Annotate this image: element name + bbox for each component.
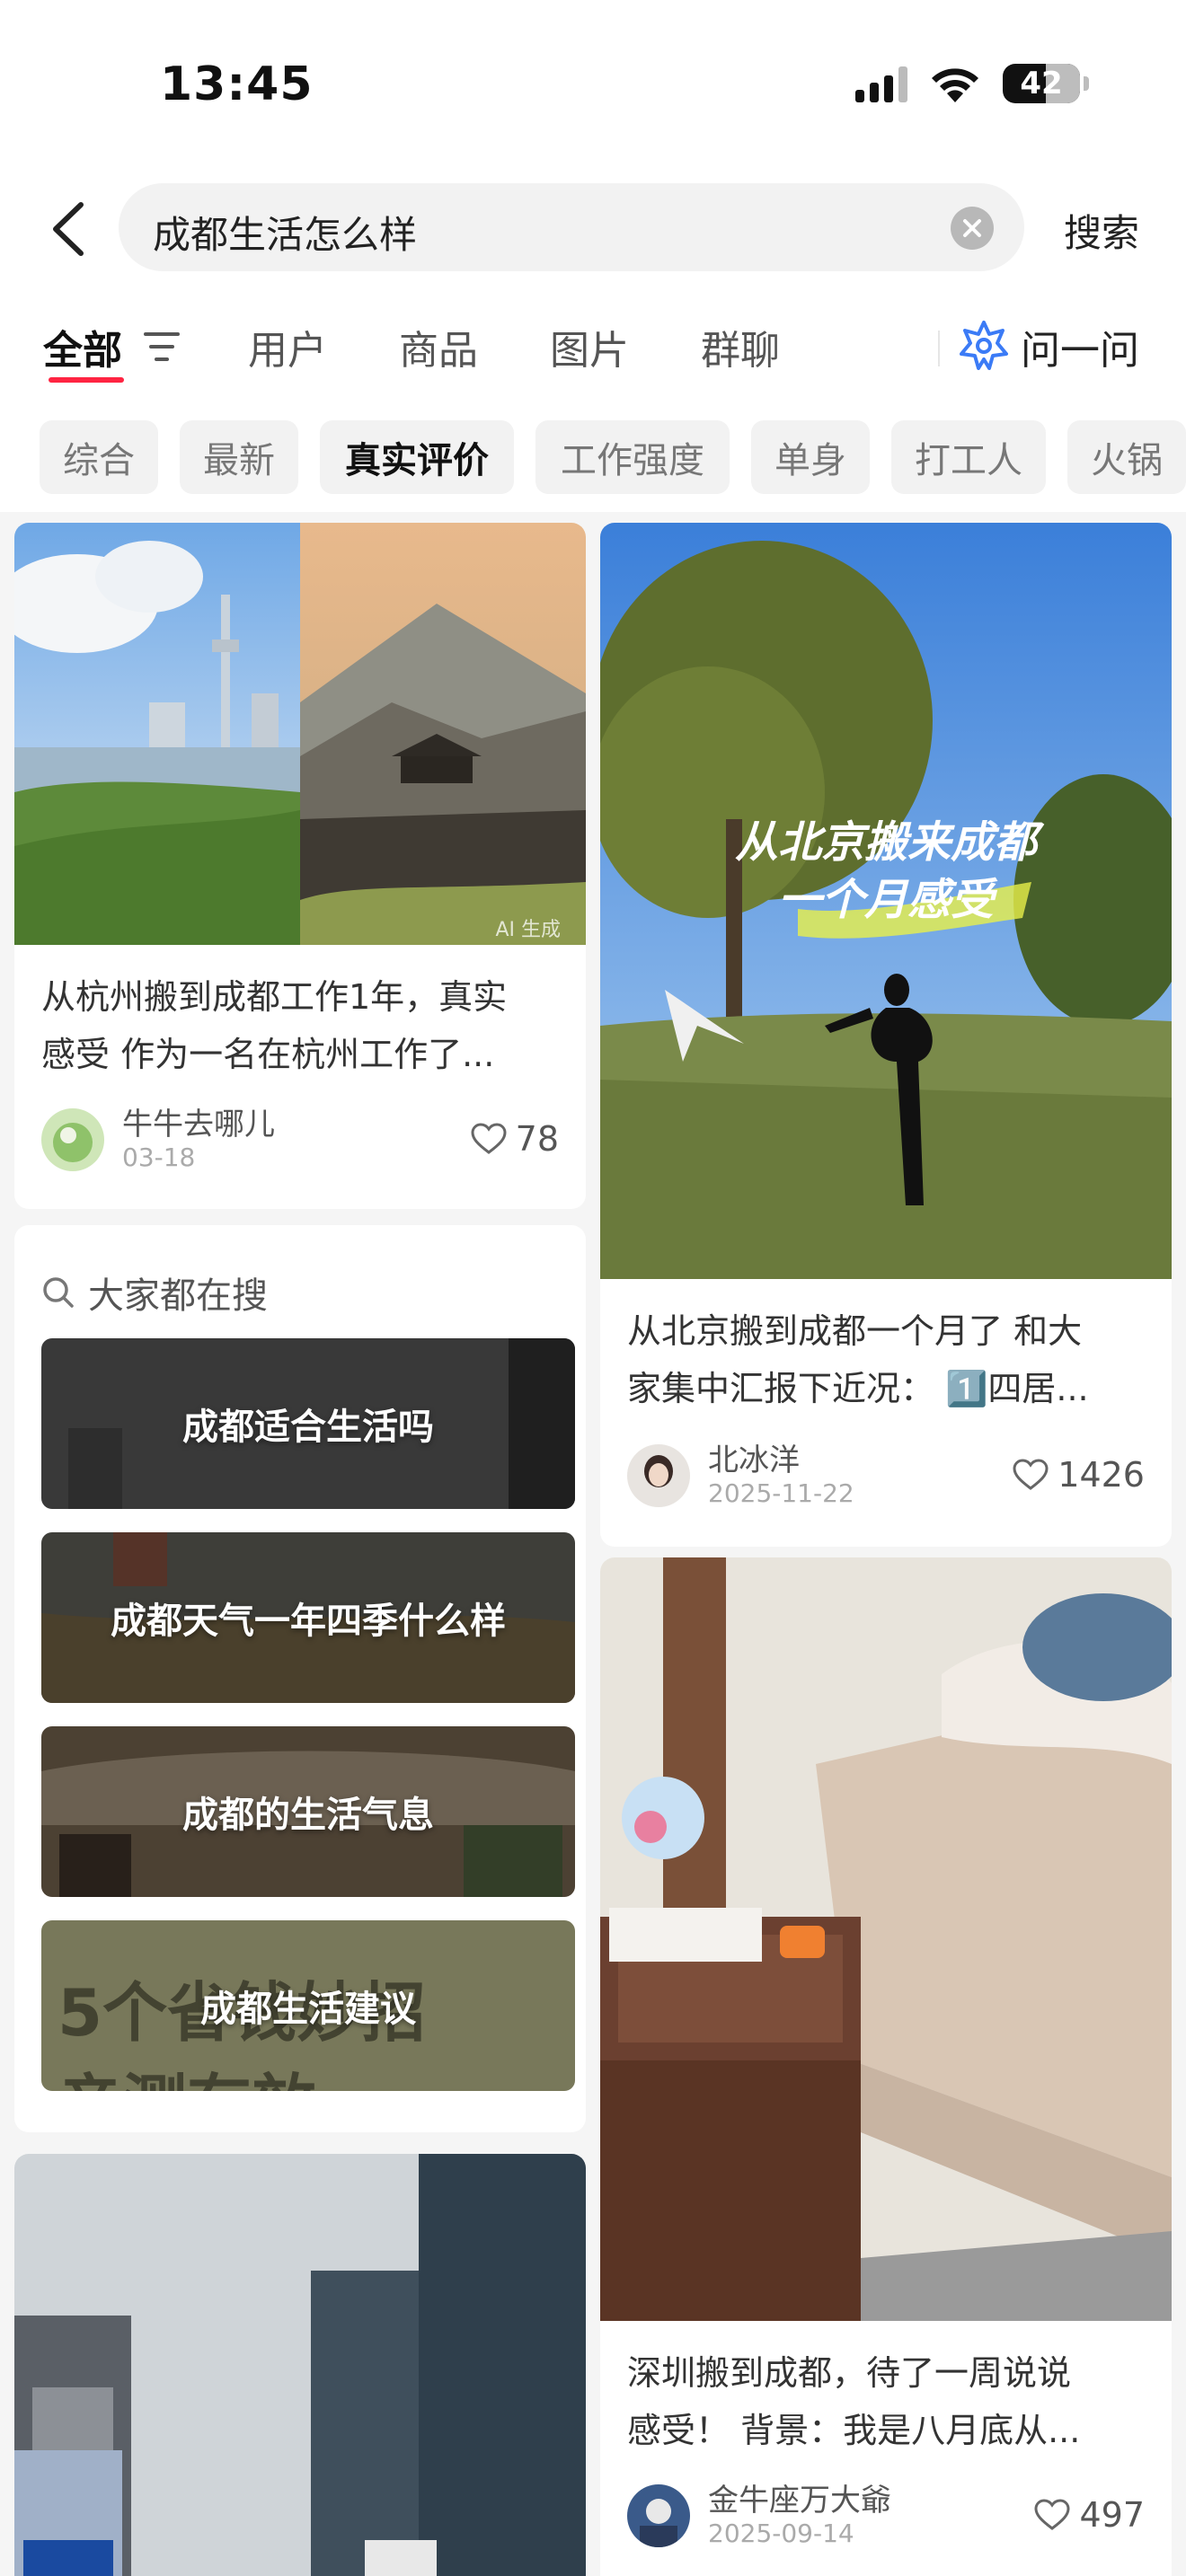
tab-divider (938, 331, 940, 366)
tab-group-chats[interactable]: 群聊 (701, 318, 780, 375)
post-date: 03-18 (122, 1142, 196, 1172)
battery-icon: 42 (1003, 64, 1089, 103)
tab-users[interactable]: 用户 (248, 318, 327, 375)
like-count: 1426 (1058, 1455, 1145, 1495)
close-icon (963, 219, 981, 237)
status-icons: 42 (855, 63, 1089, 104)
hot-search-label: 成都适合生活吗 (182, 1407, 434, 1448)
tab-images[interactable]: 图片 (550, 318, 629, 375)
avatar (627, 2484, 690, 2547)
hot-search-item[interactable]: 5个省钱妙招 亲测有效 成都生活建议 (41, 1920, 575, 2091)
tab-all[interactable]: 全部 (43, 318, 122, 375)
like-button[interactable]: 497 (1034, 2495, 1145, 2535)
like-button[interactable]: 1426 (1013, 1455, 1145, 1495)
like-button[interactable]: 78 (471, 1119, 559, 1159)
cover-caption: 一个月感受 (778, 875, 998, 925)
note-cover-image: AI 生成 (14, 523, 586, 945)
cellular-signal-icon (855, 65, 907, 102)
chip-single[interactable]: 单身 (751, 420, 870, 494)
status-bar: 13:45 42 (0, 0, 1186, 171)
hot-searches-header: 大家都在搜 (41, 1266, 268, 1319)
ask-ai-icon[interactable] (960, 320, 1008, 370)
search-icon (43, 1277, 74, 1308)
filter-chips: 综合 最新 真实评价 工作强度 单身 打工人 火锅 (0, 404, 1186, 512)
author-name: 北冰洋 (708, 1442, 800, 1478)
chip-real-reviews[interactable]: 真实评价 (320, 420, 514, 494)
note-card[interactable] (14, 2154, 586, 2576)
like-count: 497 (1079, 2495, 1145, 2535)
post-date: 2025-09-14 (708, 2519, 854, 2548)
chip-comprehensive[interactable]: 综合 (40, 420, 158, 494)
heart-icon (1034, 2499, 1070, 2530)
chip-work-intensity[interactable]: 工作强度 (535, 420, 730, 494)
avatar (627, 1444, 690, 1507)
note-card[interactable]: 深圳搬到成都，待了一周说说 感受！ 背景：我是八月底从... 金牛座万大爺 20… (600, 1557, 1172, 2576)
note-card[interactable]: AI 生成 从杭州搬到成都工作1年，真实 感受 作为一名在杭州工作了... 牛牛… (14, 523, 586, 1209)
hot-searches-title: 大家都在搜 (88, 1275, 268, 1317)
note-cover-image (14, 2154, 586, 2576)
hot-search-item[interactable]: 成都天气一年四季什么样 (41, 1532, 575, 1703)
author-name: 金牛座万大爺 (708, 2483, 891, 2519)
battery-level: 42 (1020, 66, 1063, 101)
clear-search-button[interactable] (951, 207, 994, 250)
heart-icon (471, 1123, 507, 1154)
note-cover-image: 从北京搬来成都 一个月感受 (600, 523, 1172, 1279)
note-title: 从杭州搬到成都工作1年，真实 感受 作为一名在杭州工作了... (41, 977, 508, 1074)
note-author[interactable]: 北冰洋 2025-11-22 (627, 1442, 854, 1509)
note-card[interactable]: 从北京搬来成都 一个月感受 从北京搬到成都一个月了 和大 家集中汇报下近况： 1… (600, 523, 1172, 1547)
active-tab-indicator (49, 377, 124, 383)
note-author[interactable]: 牛牛去哪儿 03-18 (41, 1107, 275, 1173)
hot-search-label: 成都生活建议 (200, 1989, 416, 2030)
chip-hotpot[interactable]: 火锅 (1067, 420, 1186, 494)
note-title: 从北京搬到成都一个月了 和大 家集中汇报下近况： 1️⃣四居... (627, 1311, 1089, 1408)
search-header: 成都生活怎么样 搜索 (0, 171, 1186, 287)
hot-search-item[interactable]: 成都适合生活吗 (41, 1338, 575, 1509)
cover-caption: 从北京搬来成都 (735, 817, 1045, 868)
tab-products[interactable]: 商品 (399, 318, 478, 375)
hot-search-label: 成都的生活气息 (182, 1795, 434, 1836)
filter-icon[interactable] (144, 331, 180, 363)
author-name: 牛牛去哪儿 (122, 1107, 275, 1142)
note-author[interactable]: 金牛座万大爺 2025-09-14 (627, 2483, 891, 2549)
like-count: 78 (515, 1119, 559, 1159)
hot-search-item[interactable]: 成都的生活气息 (41, 1726, 575, 1897)
chip-workers[interactable]: 打工人 (891, 420, 1046, 494)
status-time: 13:45 (160, 57, 314, 111)
wifi-icon (932, 68, 978, 102)
note-title: 深圳搬到成都，待了一周说说 感受！ 背景：我是八月底从... (627, 2353, 1081, 2450)
hot-searches-card: 大家都在搜 成都适合生活吗 成都天气一年四季什么样 成都的生活气息 5个省钱妙招… (14, 1225, 586, 2132)
post-date: 2025-11-22 (708, 1478, 854, 1508)
hot-search-label: 成都天气一年四季什么样 (111, 1601, 506, 1642)
heart-icon (1013, 1459, 1049, 1490)
note-cover-image (600, 1557, 1172, 2321)
search-query: 成都生活怎么样 (153, 213, 418, 257)
avatar (41, 1108, 104, 1171)
search-button[interactable]: 搜索 (1064, 203, 1139, 258)
ask-button[interactable]: 问一问 (1021, 318, 1139, 375)
ai-generated-caption: AI 生成 (495, 919, 561, 941)
search-input[interactable]: 成都生活怎么样 (119, 183, 1024, 271)
back-icon[interactable] (43, 198, 97, 260)
category-tabs: 全部 用户 商品 图片 群聊 问一问 (0, 287, 1186, 404)
chip-latest[interactable]: 最新 (180, 420, 298, 494)
